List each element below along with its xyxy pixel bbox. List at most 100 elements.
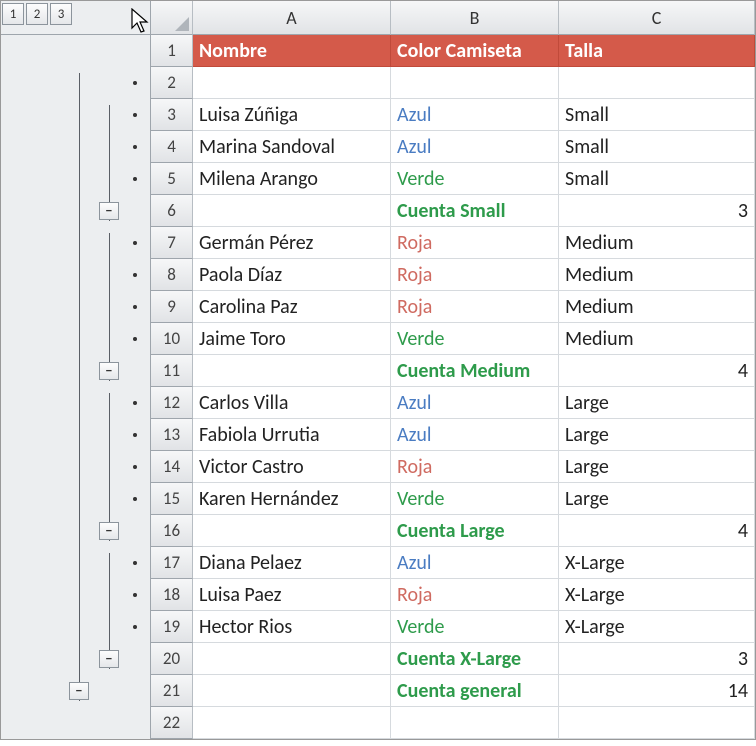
cell-nombre[interactable]: Carlos Villa <box>193 387 391 419</box>
cell-talla[interactable]: Large <box>559 451 755 483</box>
column-header-C[interactable]: C <box>559 1 755 35</box>
cell-nombre[interactable]: Paola Díaz <box>193 259 391 291</box>
cell-talla[interactable]: 14 <box>559 675 755 707</box>
cell-color[interactable]: Azul <box>391 99 559 131</box>
cell-color[interactable]: Verde <box>391 611 559 643</box>
cell-talla[interactable]: Small <box>559 163 755 195</box>
row-header[interactable]: 3 <box>151 99 193 131</box>
cell-color[interactable]: Roja <box>391 227 559 259</box>
cell-color[interactable]: Azul <box>391 547 559 579</box>
cell-color[interactable]: Roja <box>391 259 559 291</box>
cell-nombre[interactable]: Luisa Zúñiga <box>193 99 391 131</box>
row-header[interactable]: 13 <box>151 419 193 451</box>
row-header[interactable]: 15 <box>151 483 193 515</box>
header-cell-color[interactable]: Color Camiseta <box>391 35 559 67</box>
cell-nombre[interactable] <box>193 67 391 99</box>
cell-color[interactable]: Cuenta X-Large <box>391 643 559 675</box>
cell-talla[interactable]: Large <box>559 387 755 419</box>
cell-talla[interactable]: 4 <box>559 355 755 387</box>
column-header-B[interactable]: B <box>391 1 559 35</box>
row-header[interactable]: 11 <box>151 355 193 387</box>
cell-nombre[interactable]: Luisa Paez <box>193 579 391 611</box>
cell-nombre[interactable] <box>193 355 391 387</box>
cell-talla[interactable]: Large <box>559 419 755 451</box>
row-header[interactable]: 4 <box>151 131 193 163</box>
collapse-button[interactable]: − <box>99 362 119 380</box>
cell-talla[interactable]: Medium <box>559 227 755 259</box>
row-header[interactable]: 10 <box>151 323 193 355</box>
cell-nombre[interactable]: Hector Rios <box>193 611 391 643</box>
row-header[interactable]: 12 <box>151 387 193 419</box>
cell-nombre[interactable]: Karen Hernández <box>193 483 391 515</box>
cell-color[interactable]: Verde <box>391 163 559 195</box>
cell-color[interactable]: Roja <box>391 451 559 483</box>
cell-nombre[interactable] <box>193 195 391 227</box>
row-header[interactable]: 22 <box>151 707 193 739</box>
cell-nombre[interactable] <box>193 675 391 707</box>
cell-talla[interactable]: Medium <box>559 259 755 291</box>
row-header[interactable]: 9 <box>151 291 193 323</box>
row-header[interactable]: 14 <box>151 451 193 483</box>
row-header[interactable]: 17 <box>151 547 193 579</box>
cell-nombre[interactable]: Fabiola Urrutia <box>193 419 391 451</box>
row-header[interactable]: 7 <box>151 227 193 259</box>
cell-talla[interactable]: 4 <box>559 515 755 547</box>
row-header[interactable]: 19 <box>151 611 193 643</box>
row-header[interactable]: 5 <box>151 163 193 195</box>
cell-color[interactable]: Roja <box>391 579 559 611</box>
row-header[interactable]: 2 <box>151 67 193 99</box>
cell-talla[interactable]: X-Large <box>559 547 755 579</box>
header-cell-talla[interactable]: Talla <box>559 35 755 67</box>
select-all-corner[interactable] <box>151 1 193 35</box>
cell-talla[interactable] <box>559 707 755 739</box>
cell-talla[interactable]: Large <box>559 483 755 515</box>
cell-nombre[interactable]: Carolina Paz <box>193 291 391 323</box>
cell-color[interactable]: Cuenta Small <box>391 195 559 227</box>
cell-color[interactable]: Cuenta Large <box>391 515 559 547</box>
row-header[interactable]: 20 <box>151 643 193 675</box>
cell-nombre[interactable]: Milena Arango <box>193 163 391 195</box>
cell-color[interactable]: Cuenta general <box>391 675 559 707</box>
row-header[interactable]: 8 <box>151 259 193 291</box>
collapse-button[interactable]: − <box>69 682 89 700</box>
cell-nombre[interactable]: Germán Pérez <box>193 227 391 259</box>
cell-color[interactable]: Azul <box>391 419 559 451</box>
collapse-button[interactable]: − <box>99 650 119 668</box>
outline-level-1-button[interactable]: 1 <box>2 3 24 25</box>
cell-nombre[interactable] <box>193 515 391 547</box>
cell-talla[interactable]: Small <box>559 99 755 131</box>
row-header[interactable]: 6 <box>151 195 193 227</box>
cell-color[interactable]: Roja <box>391 291 559 323</box>
row-header[interactable]: 1 <box>151 35 193 67</box>
row-header[interactable]: 21 <box>151 675 193 707</box>
outline-level-3-button[interactable]: 3 <box>50 3 72 25</box>
cell-color[interactable] <box>391 707 559 739</box>
cell-talla[interactable]: Small <box>559 131 755 163</box>
cell-color[interactable]: Verde <box>391 323 559 355</box>
cell-talla[interactable]: 3 <box>559 195 755 227</box>
row-header[interactable]: 16 <box>151 515 193 547</box>
cell-talla[interactable]: 3 <box>559 643 755 675</box>
collapse-button[interactable]: − <box>99 202 119 220</box>
cell-color[interactable]: Azul <box>391 131 559 163</box>
cell-talla[interactable]: X-Large <box>559 611 755 643</box>
row-header[interactable]: 18 <box>151 579 193 611</box>
cell-nombre[interactable] <box>193 643 391 675</box>
cell-nombre[interactable]: Victor Castro <box>193 451 391 483</box>
cell-talla[interactable] <box>559 67 755 99</box>
outline-level-2-button[interactable]: 2 <box>26 3 48 25</box>
cell-talla[interactable]: Medium <box>559 291 755 323</box>
cell-nombre[interactable]: Diana Pelaez <box>193 547 391 579</box>
cell-color[interactable]: Verde <box>391 483 559 515</box>
cell-color[interactable]: Cuenta Medium <box>391 355 559 387</box>
header-cell-nombre[interactable]: Nombre <box>193 35 391 67</box>
cell-nombre[interactable] <box>193 707 391 739</box>
collapse-button[interactable]: − <box>99 522 119 540</box>
cell-color[interactable] <box>391 67 559 99</box>
cell-nombre[interactable]: Jaime Toro <box>193 323 391 355</box>
cell-color[interactable]: Azul <box>391 387 559 419</box>
cell-talla[interactable]: Medium <box>559 323 755 355</box>
cell-nombre[interactable]: Marina Sandoval <box>193 131 391 163</box>
column-header-A[interactable]: A <box>193 1 391 35</box>
cell-talla[interactable]: X-Large <box>559 579 755 611</box>
